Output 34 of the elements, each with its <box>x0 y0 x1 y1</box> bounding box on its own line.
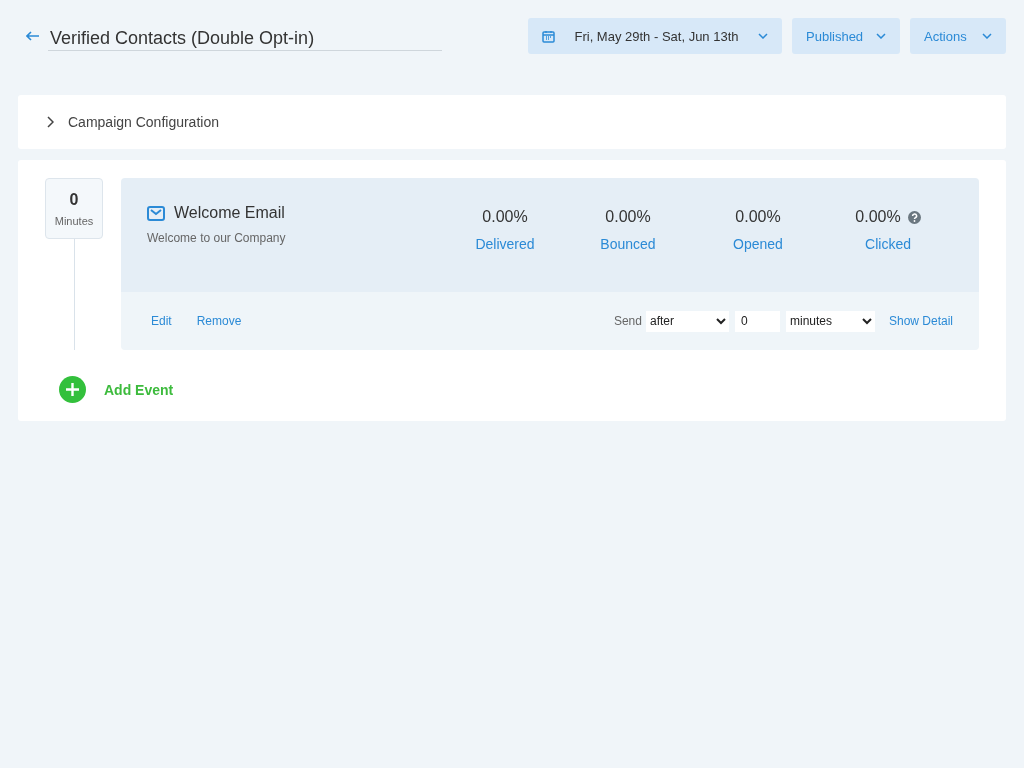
send-timing-select[interactable]: after <box>645 310 729 332</box>
stat-link[interactable]: Clicked <box>865 236 911 252</box>
calendar-icon <box>542 29 555 43</box>
chevron-down-icon <box>876 33 886 39</box>
delay-unit-select[interactable]: minutes <box>785 310 875 332</box>
stat-link[interactable]: Opened <box>733 236 783 252</box>
status-dropdown[interactable]: Published <box>792 18 900 54</box>
date-range-dropdown[interactable]: Fri, May 29th - Sat, Jun 13th <box>528 18 782 54</box>
campaign-title-field[interactable]: Verified Contacts (Double Opt-in) <box>48 25 442 51</box>
delay-value: 0 <box>69 190 79 209</box>
actions-dropdown[interactable]: Actions <box>910 18 1006 54</box>
stat-value: 0.00% <box>605 208 651 226</box>
envelope-icon <box>147 205 165 221</box>
add-icon[interactable] <box>59 376 86 403</box>
event-subtitle: Welcome to our Company <box>147 231 287 245</box>
event-action-link[interactable]: Remove <box>196 314 242 328</box>
chevron-down-icon <box>982 33 992 39</box>
section-header[interactable]: Campaign Configuration <box>68 114 219 130</box>
help-icon[interactable] <box>907 210 921 224</box>
stat-link[interactable]: Delivered <box>475 236 535 252</box>
add-event-link[interactable]: Add Event <box>104 381 174 398</box>
stat-value: 0.00% <box>735 208 781 226</box>
chevron-down-icon <box>758 33 768 39</box>
event-title: Welcome Email <box>174 204 285 222</box>
delay-unit: Minutes <box>54 214 94 227</box>
event-action-link[interactable]: Edit <box>151 314 172 328</box>
back-arrow-icon[interactable] <box>26 31 40 41</box>
delay-amount-field[interactable]: 0 <box>734 310 780 332</box>
send-label: Send <box>613 314 642 328</box>
stat-value: 0.00% <box>482 208 528 226</box>
stat-link[interactable]: Bounced <box>600 236 656 252</box>
show-detail-link[interactable]: Show Detail <box>888 314 953 328</box>
stat-value: 0.00% <box>855 208 901 226</box>
chevron-right-icon[interactable] <box>46 116 54 128</box>
